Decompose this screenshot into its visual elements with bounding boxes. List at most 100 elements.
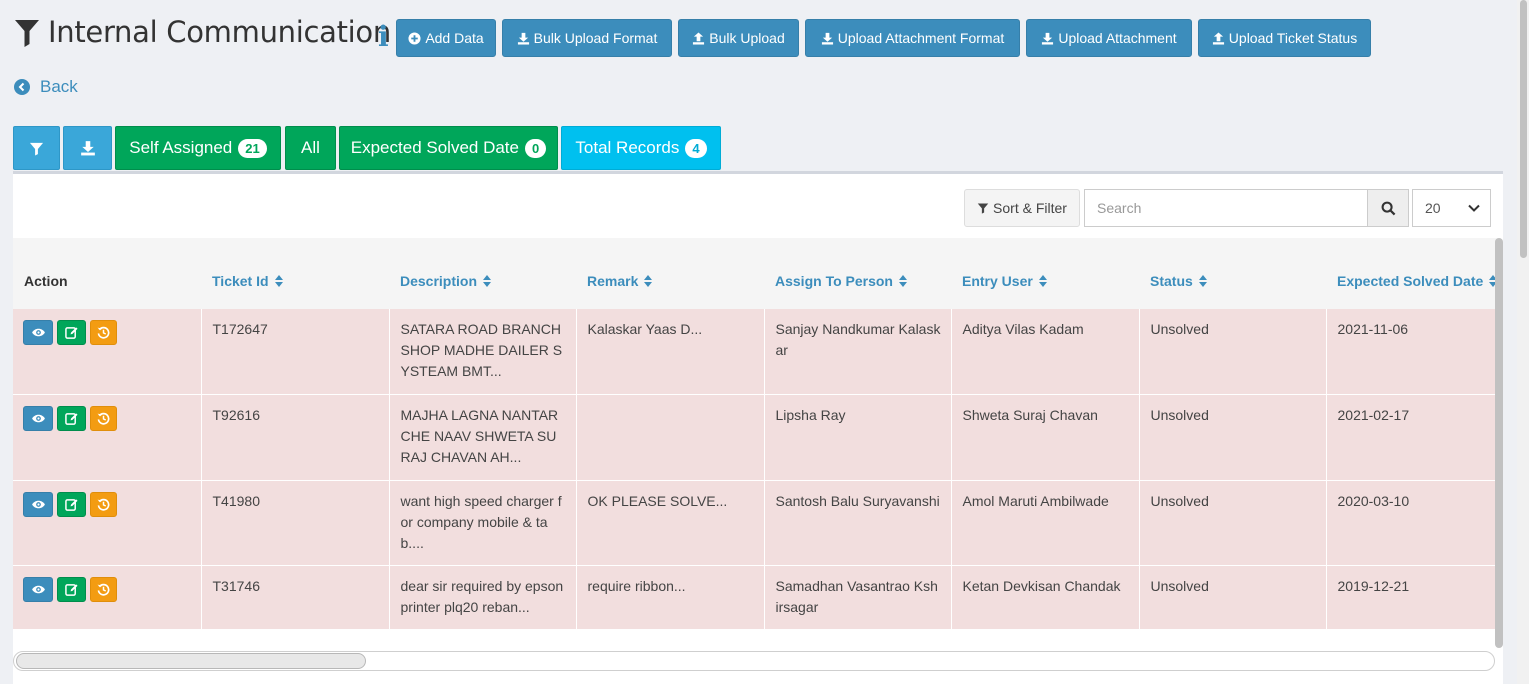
row-actions xyxy=(23,405,191,431)
sort-icon xyxy=(898,274,907,287)
column-header-label: Description xyxy=(400,272,478,289)
view-button[interactable] xyxy=(23,576,53,602)
description-cell: SATARA ROAD BRANCH SHOP MADHE DAILER SYS… xyxy=(389,309,577,395)
table-row: T172647 SATARA ROAD BRANCH SHOP MADHE DAI… xyxy=(13,309,1497,395)
tab-all-label: All xyxy=(301,138,320,157)
column-header-assign-to-person[interactable]: Assign To Person xyxy=(764,238,951,309)
edit-button[interactable] xyxy=(57,491,86,517)
page-scrollbar-thumb[interactable] xyxy=(1520,0,1527,258)
self-assigned-count-badge: 21 xyxy=(238,138,267,158)
page-size-select[interactable]: 20 xyxy=(1412,189,1491,227)
action-cell xyxy=(13,394,202,481)
filter-button[interactable] xyxy=(13,126,60,170)
column-header-ticket-id[interactable]: Ticket Id xyxy=(201,238,389,309)
eye-icon xyxy=(31,413,46,424)
bulk-upload-format-button[interactable]: Bulk Upload Format xyxy=(502,19,672,57)
expected-date-cell: 2020-03-10 xyxy=(1326,480,1497,566)
column-header-label: Entry User xyxy=(962,272,1033,289)
history-button[interactable] xyxy=(90,405,117,431)
upload-attachment-label: Upload Attachment xyxy=(1058,30,1177,46)
info-icon[interactable]: i xyxy=(378,20,389,53)
status-cell: Unsolved xyxy=(1139,309,1327,395)
search-input[interactable] xyxy=(1084,189,1368,227)
edit-icon xyxy=(65,326,78,339)
column-header-remark[interactable]: Remark xyxy=(576,238,764,309)
download-icon xyxy=(517,32,529,45)
edit-icon xyxy=(65,583,78,596)
back-link[interactable]: Back xyxy=(14,77,78,97)
horizontal-scroll-thumb[interactable] xyxy=(16,653,366,669)
download-icon xyxy=(1042,32,1054,45)
column-header-expected-solved-date[interactable]: Expected Solved Date xyxy=(1326,238,1497,309)
history-icon xyxy=(97,498,110,511)
status-cell: Unsolved xyxy=(1139,565,1327,630)
expected-date-cell: 2019-12-21 xyxy=(1326,565,1497,630)
assign-to-cell: Santosh Balu Suryavanshi xyxy=(764,480,952,566)
table-vertical-scrollbar[interactable] xyxy=(1495,238,1503,648)
view-button[interactable] xyxy=(23,491,53,517)
download-button[interactable] xyxy=(63,126,112,170)
remark-cell xyxy=(576,394,765,481)
action-cell xyxy=(13,565,202,630)
history-button[interactable] xyxy=(90,320,117,345)
sort-icon xyxy=(483,274,492,287)
action-cell xyxy=(13,480,202,566)
history-icon xyxy=(97,412,110,425)
page-header: Internal Communication xyxy=(14,14,391,50)
upload-ticket-status-button[interactable]: Upload Ticket Status xyxy=(1198,19,1371,57)
ticket-id-cell: T172647 xyxy=(201,309,390,395)
sort-filter-button[interactable]: Sort & Filter xyxy=(964,189,1080,227)
add-data-button[interactable]: Add Data xyxy=(396,19,496,57)
tab-total-records-label: Total Records xyxy=(575,138,680,157)
filter-icon xyxy=(977,203,989,214)
tab-total-records[interactable]: Total Records 4 xyxy=(561,126,721,170)
view-button[interactable] xyxy=(23,405,53,431)
column-header-label: Remark xyxy=(587,272,639,289)
edit-button[interactable] xyxy=(57,405,86,431)
tickets-table-container: Action Ticket Id Description Remark Assi… xyxy=(13,238,1497,631)
column-header-label: Assign To Person xyxy=(775,272,893,289)
tab-self-assigned[interactable]: Self Assigned 21 xyxy=(115,126,281,170)
bulk-upload-button[interactable]: Bulk Upload xyxy=(678,19,799,57)
ticket-id-cell: T31746 xyxy=(201,565,390,630)
tab-expected-solved-date-label: Expected Solved Date xyxy=(350,138,519,157)
upload-icon xyxy=(1212,31,1224,45)
history-icon xyxy=(97,583,110,596)
column-header-label: Ticket Id xyxy=(212,272,269,289)
column-header-entry-user[interactable]: Entry User xyxy=(951,238,1139,309)
back-label: Back xyxy=(40,77,78,96)
status-cell: Unsolved xyxy=(1139,480,1327,566)
entry-user-cell: Amol Maruti Ambilwade xyxy=(951,480,1140,566)
eye-icon xyxy=(31,327,46,338)
column-header-status[interactable]: Status xyxy=(1139,238,1326,309)
assign-to-cell: Sanjay Nandkumar Kalaskar xyxy=(764,309,952,395)
expected-date-cell: 2021-02-17 xyxy=(1326,394,1497,481)
sort-filter-label: Sort & Filter xyxy=(993,200,1067,216)
description-cell: MAJHA LAGNA NANTAR CHE NAAV SHWETA SURAJ… xyxy=(389,394,577,481)
view-button[interactable] xyxy=(23,320,53,345)
edit-button[interactable] xyxy=(57,576,86,602)
chevron-left-circle-icon xyxy=(14,79,30,95)
row-actions xyxy=(23,491,191,517)
tab-self-assigned-label: Self Assigned xyxy=(129,138,233,157)
history-button[interactable] xyxy=(90,576,117,602)
tab-expected-solved-date[interactable]: Expected Solved Date 0 xyxy=(339,126,558,170)
sort-icon xyxy=(1198,274,1207,287)
history-icon xyxy=(97,326,110,339)
tab-all[interactable]: All xyxy=(285,126,336,170)
row-actions xyxy=(23,576,191,602)
assign-to-cell: Lipsha Ray xyxy=(764,394,952,481)
upload-attachment-button[interactable]: Upload Attachment xyxy=(1026,19,1192,57)
edit-button[interactable] xyxy=(57,320,86,345)
status-cell: Unsolved xyxy=(1139,394,1327,481)
search-icon xyxy=(1381,201,1395,215)
history-button[interactable] xyxy=(90,491,117,517)
upload-attachment-format-button[interactable]: Upload Attachment Format xyxy=(805,19,1020,57)
table-row: T92616 MAJHA LAGNA NANTAR CHE NAAV SHWETA… xyxy=(13,394,1497,481)
filter-icon xyxy=(29,142,44,156)
column-header-description[interactable]: Description xyxy=(389,238,576,309)
column-header-label: Expected Solved Date xyxy=(1337,272,1484,289)
bulk-upload-format-label: Bulk Upload Format xyxy=(533,30,658,46)
ticket-id-cell: T92616 xyxy=(201,394,390,481)
search-button[interactable] xyxy=(1367,189,1409,227)
